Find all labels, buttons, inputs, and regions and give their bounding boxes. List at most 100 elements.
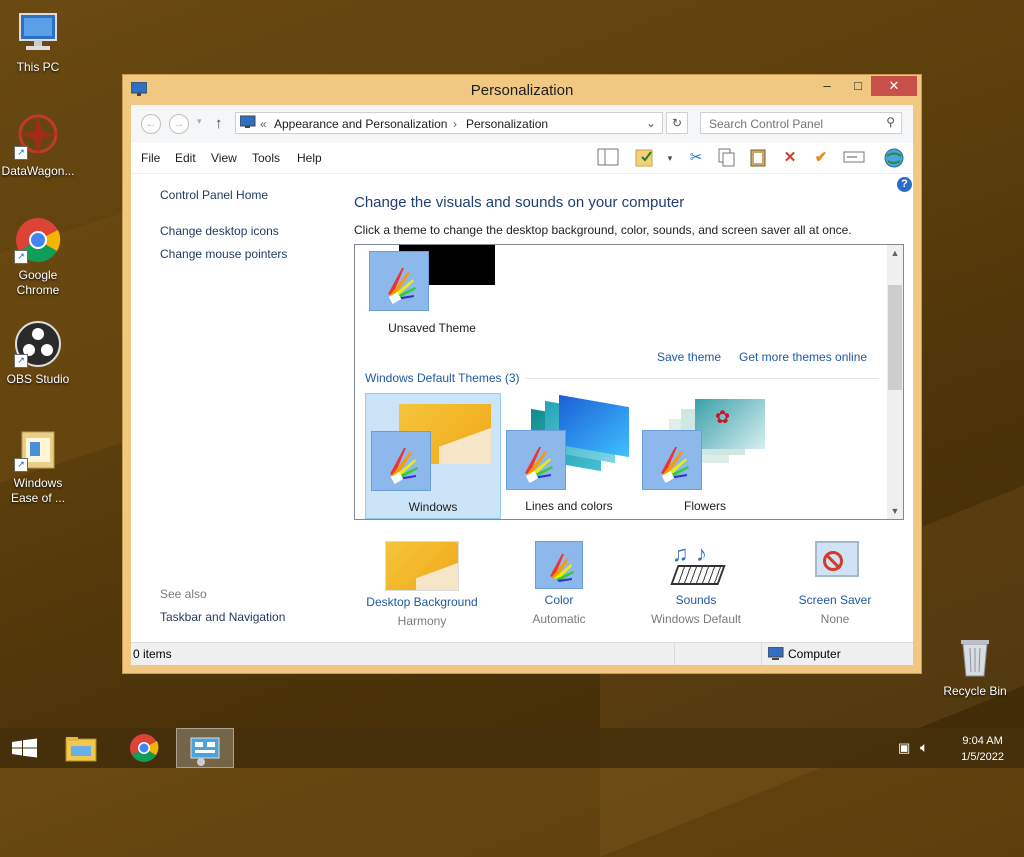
sounds-icon: ♫ ♪ [668, 541, 726, 589]
theme-list[interactable]: Unsaved Theme Save theme Get more themes… [354, 244, 904, 520]
theme-windows-label: Windows [408, 500, 458, 514]
taskbar-file-explorer[interactable] [54, 728, 110, 768]
taskbar-control-panel[interactable] [176, 728, 234, 768]
paste-icon[interactable] [747, 147, 769, 169]
back-button[interactable]: ← [141, 114, 161, 134]
sidebar-change-mouse-pointers[interactable]: Change mouse pointers [160, 247, 287, 261]
get-more-themes-link[interactable]: Get more themes online [739, 350, 867, 364]
scroll-thumb[interactable] [888, 285, 902, 390]
copy-icon[interactable] [715, 147, 737, 169]
status-item-count: 0 items [133, 647, 172, 661]
menu-view[interactable]: View [211, 151, 237, 165]
theme-unsaved[interactable]: Unsaved Theme [369, 245, 499, 341]
sidebar-taskbar-navigation[interactable]: Taskbar and Navigation [160, 610, 285, 624]
search-icon[interactable]: ⚲ [886, 115, 895, 129]
desktop-icon-chrome[interactable]: ↗ Google Chrome [0, 216, 76, 298]
options-dropdown-icon[interactable]: ▾ [659, 147, 681, 169]
menu-file[interactable]: File [141, 151, 160, 165]
desktop-icon-label: Recycle Bin [943, 684, 1007, 698]
desktop-icon-datawagon[interactable]: ↗ DataWagon... [0, 112, 76, 179]
color-label[interactable]: Color [489, 593, 629, 607]
theme-flowers[interactable]: ✿ Flowers [637, 393, 773, 519]
paint-palette-icon [642, 430, 702, 490]
desktop-icon-this-pc[interactable]: This PC [0, 8, 76, 75]
shortcut-arrow-icon: ↗ [14, 146, 28, 160]
recent-locations-chevron-icon[interactable]: ▾ [197, 116, 202, 127]
screen-saver-value: None [820, 612, 850, 626]
personalization-window: Personalization – □ ✕ ← → ▾ ↑ « Appearan… [122, 74, 922, 674]
system-clock[interactable]: 9:04 AM 1/5/2022 [961, 733, 1004, 765]
theme-windows[interactable]: Windows [365, 393, 501, 519]
folder-options-icon[interactable] [634, 147, 656, 169]
title-bar[interactable]: Personalization – □ ✕ [123, 75, 921, 105]
sounds-label[interactable]: Sounds [626, 593, 766, 607]
desktop-background-label[interactable]: Desktop Background [352, 595, 492, 609]
menu-help[interactable]: Help [297, 151, 322, 165]
screen-saver-icon [811, 541, 859, 589]
paint-palette-icon [506, 430, 566, 490]
taskbar: ▣ 🔈︎ 9:04 AM 1/5/2022 [0, 728, 1024, 768]
address-prefix: « [260, 117, 267, 131]
color-setting[interactable]: Color Automatic [489, 541, 629, 626]
breadcrumb-appearance[interactable]: Appearance and Personalization [274, 117, 447, 131]
scroll-down-arrow-icon[interactable]: ▼ [887, 503, 903, 519]
desktop-icon-label: Google Chrome [16, 268, 60, 297]
cut-icon[interactable]: ✂ [685, 147, 707, 169]
theme-unsaved-label: Unsaved Theme [388, 321, 476, 335]
screen-saver-label[interactable]: Screen Saver [765, 593, 905, 607]
file-explorer-icon [65, 737, 97, 762]
globe-icon[interactable] [883, 147, 905, 169]
maximize-button[interactable]: □ [844, 76, 872, 96]
desktop-icon-recycle-bin[interactable]: Recycle Bin [937, 632, 1013, 699]
color-value: Automatic [532, 612, 586, 626]
address-bar[interactable]: « Appearance and Personalization › Perso… [235, 112, 663, 134]
minimize-button[interactable]: – [813, 76, 841, 96]
computer-icon [767, 646, 784, 664]
theme-list-scrollbar[interactable]: ▲ ▼ [887, 245, 903, 519]
menu-edit[interactable]: Edit [175, 151, 196, 165]
breadcrumb-separator[interactable]: › [453, 117, 457, 131]
network-icon[interactable]: ▣ [898, 740, 910, 756]
layout-pane-icon[interactable] [597, 147, 619, 169]
desktop-icon-obs[interactable]: ↗ OBS Studio [0, 320, 76, 387]
start-button[interactable] [0, 728, 56, 768]
obs-icon: ↗ [14, 320, 62, 368]
search-input[interactable] [707, 114, 881, 134]
desktop-icon-label: Windows Ease of ... [10, 476, 66, 505]
sounds-setting[interactable]: ♫ ♪ Sounds Windows Default [626, 541, 766, 626]
properties-check-icon[interactable]: ✔ [810, 147, 832, 169]
save-theme-link[interactable]: Save theme [657, 350, 721, 364]
theme-flowers-label: Flowers [683, 499, 726, 513]
help-icon[interactable]: ? [897, 177, 912, 192]
refresh-button[interactable]: ↻ [666, 112, 688, 134]
delete-icon[interactable]: ✕ [779, 147, 801, 169]
color-palette-icon [535, 541, 583, 589]
scroll-up-arrow-icon[interactable]: ▲ [887, 245, 903, 261]
forward-button[interactable]: → [169, 114, 189, 134]
search-box[interactable]: ⚲ [700, 112, 902, 134]
breadcrumb-personalization[interactable]: Personalization [466, 117, 548, 131]
rename-icon[interactable] [843, 147, 865, 169]
theme-lines-and-colors[interactable]: Lines and colors [501, 393, 637, 519]
folder-icon: ↗ [14, 424, 62, 472]
window-title: Personalization [470, 82, 574, 99]
status-location: Computer [788, 647, 841, 661]
address-dropdown-chevron-icon[interactable]: ⌄ [646, 116, 656, 130]
desktop-background-setting[interactable]: Desktop Background Harmony [352, 541, 492, 628]
theme-lines-label: Lines and colors [525, 499, 613, 513]
default-themes-section-title: Windows Default Themes (3) [365, 371, 520, 385]
close-button[interactable]: ✕ [871, 76, 917, 96]
volume-icon[interactable]: 🔈︎ [920, 739, 928, 756]
up-button[interactable]: ↑ [215, 115, 223, 132]
sidebar-control-panel-home[interactable]: Control Panel Home [160, 188, 268, 202]
window-client-area: ← → ▾ ↑ « Appearance and Personalization… [131, 105, 913, 665]
desktop-icon-label: DataWagon... [1, 164, 75, 178]
desktop-background-icon [385, 541, 459, 591]
shortcut-arrow-icon: ↗ [14, 354, 28, 368]
menu-tools[interactable]: Tools [252, 151, 280, 165]
sidebar-change-desktop-icons[interactable]: Change desktop icons [160, 224, 279, 238]
desktop-icon-ease-of-access[interactable]: ↗ Windows Ease of ... [0, 424, 76, 506]
taskbar-chrome[interactable] [116, 728, 172, 768]
monitor-icon [14, 8, 62, 56]
screen-saver-setting[interactable]: Screen Saver None [765, 541, 905, 626]
